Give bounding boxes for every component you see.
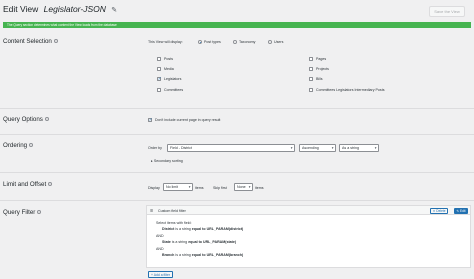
edit-filter-button[interactable]: ✎ Edit	[453, 207, 468, 214]
radio-taxonomy[interactable]	[233, 40, 237, 44]
checkbox-exclude-current-page[interactable]	[148, 117, 152, 123]
chevron-down-icon: ▾	[188, 185, 191, 189]
save-view-button[interactable]: Save the View	[429, 6, 465, 17]
help-icon[interactable]	[53, 39, 58, 44]
checkbox-committees[interactable]	[157, 88, 161, 92]
checkbox-media-label: Media	[164, 67, 174, 71]
section-divider	[0, 200, 474, 201]
checkbox-media[interactable]	[157, 67, 161, 71]
chevron-down-icon: ▾	[248, 185, 251, 189]
checkbox-posts[interactable]	[157, 57, 161, 61]
checkbox-committees-label: Committees	[164, 88, 184, 92]
checkbox-legislators-label: Legislators	[164, 77, 182, 81]
section-divider	[0, 134, 474, 135]
ordering-label: Ordering	[3, 142, 34, 149]
query-options-label: Query Options	[3, 116, 49, 123]
filter-condition: Branch is a string equal to URL_PARAM(br…	[162, 253, 244, 257]
filter-intro: Select items with field:	[156, 221, 192, 225]
plus-icon: +	[151, 273, 153, 277]
filter-box-title: Custom field filter	[158, 208, 186, 213]
query-filter-label: Query Filter	[3, 209, 42, 216]
checkbox-projects-label: Projects	[316, 67, 329, 71]
and-label: AND	[156, 246, 164, 251]
pencil-icon[interactable]: ✎	[111, 6, 117, 14]
help-icon[interactable]	[37, 210, 42, 215]
chevron-down-icon: ▾	[374, 146, 377, 150]
checkbox-projects[interactable]	[309, 67, 313, 71]
offset-select[interactable]: None ▾	[234, 183, 253, 191]
help-icon[interactable]	[48, 182, 53, 187]
checkbox-committees-legislators[interactable]	[309, 88, 313, 92]
checkbox-bills-label: Bills	[316, 77, 323, 81]
filter-icon: ☰	[150, 208, 154, 213]
checkbox-posts-label: Posts	[164, 57, 173, 61]
section-divider	[0, 172, 474, 173]
filter-condition: District is a string equal to URL_PARAM(…	[162, 227, 244, 231]
radio-users[interactable]	[268, 40, 272, 44]
delete-filter-button[interactable]: ✕ Delete	[430, 207, 448, 214]
order-by-select[interactable]: Field - District ▾	[167, 144, 295, 152]
help-icon[interactable]	[44, 117, 49, 122]
order-by-label: Order by	[148, 146, 162, 150]
checkbox-bills[interactable]	[309, 77, 313, 81]
pencil-icon: ✎	[456, 208, 460, 213]
display-prompt: This View will display:	[148, 40, 183, 44]
filter-condition: State is a string equal to URL_PARAM(sta…	[162, 240, 237, 244]
order-direction-select[interactable]: Ascending ▾	[299, 144, 336, 152]
radio-post-types[interactable]	[198, 40, 202, 44]
limit-offset-label: Limit and Offset	[3, 181, 53, 188]
checkbox-pages-label: Pages	[316, 57, 327, 61]
limit-select[interactable]: No limit ▾	[163, 183, 193, 191]
order-type-select[interactable]: As a string ▾	[339, 144, 379, 152]
page-header: Edit View Legislator-JSON ✎ Save the Vie…	[0, 0, 474, 18]
help-icon[interactable]	[29, 143, 34, 148]
items-label: items	[195, 186, 204, 190]
and-label: AND	[156, 233, 164, 238]
radio-taxonomy-label: Taxonomy	[239, 40, 256, 44]
checkbox-legislators[interactable]	[157, 76, 161, 82]
content-selection-label: Content Selection	[3, 38, 58, 45]
display-label: Display	[148, 186, 160, 190]
filter-box-header: ☰ Custom field filter ✕ Delete ✎ Edit	[147, 206, 470, 215]
caret-right-icon: ▸	[151, 159, 153, 163]
checkbox-committees-legislators-label: Committees Legislators Intermediary Post…	[316, 88, 385, 92]
radio-post-types-label: Post types	[204, 40, 221, 44]
radio-users-label: Users	[274, 40, 284, 44]
secondary-sorting-toggle[interactable]: ▸ Secondary sorting	[151, 159, 183, 163]
page-title: Edit View Legislator-JSON ✎	[3, 4, 117, 14]
chevron-down-icon: ▾	[290, 146, 293, 150]
view-name[interactable]: Legislator-JSON	[44, 4, 106, 14]
trash-icon: ✕	[432, 208, 436, 213]
add-filter-button[interactable]: + Add a filter	[148, 271, 173, 278]
section-divider	[0, 108, 474, 109]
page-title-text: Edit View	[3, 4, 39, 14]
checkbox-pages[interactable]	[309, 57, 313, 61]
items-label-2: items	[255, 186, 264, 190]
query-notice: The Query section determines what conten…	[3, 22, 471, 28]
chevron-down-icon: ▾	[331, 146, 334, 150]
skip-first-label: Skip first	[213, 186, 227, 190]
custom-field-filter-box: ☰ Custom field filter ✕ Delete ✎ Edit Se…	[146, 205, 471, 268]
exclude-current-page-label: Don't include current page in query resu…	[155, 118, 221, 122]
